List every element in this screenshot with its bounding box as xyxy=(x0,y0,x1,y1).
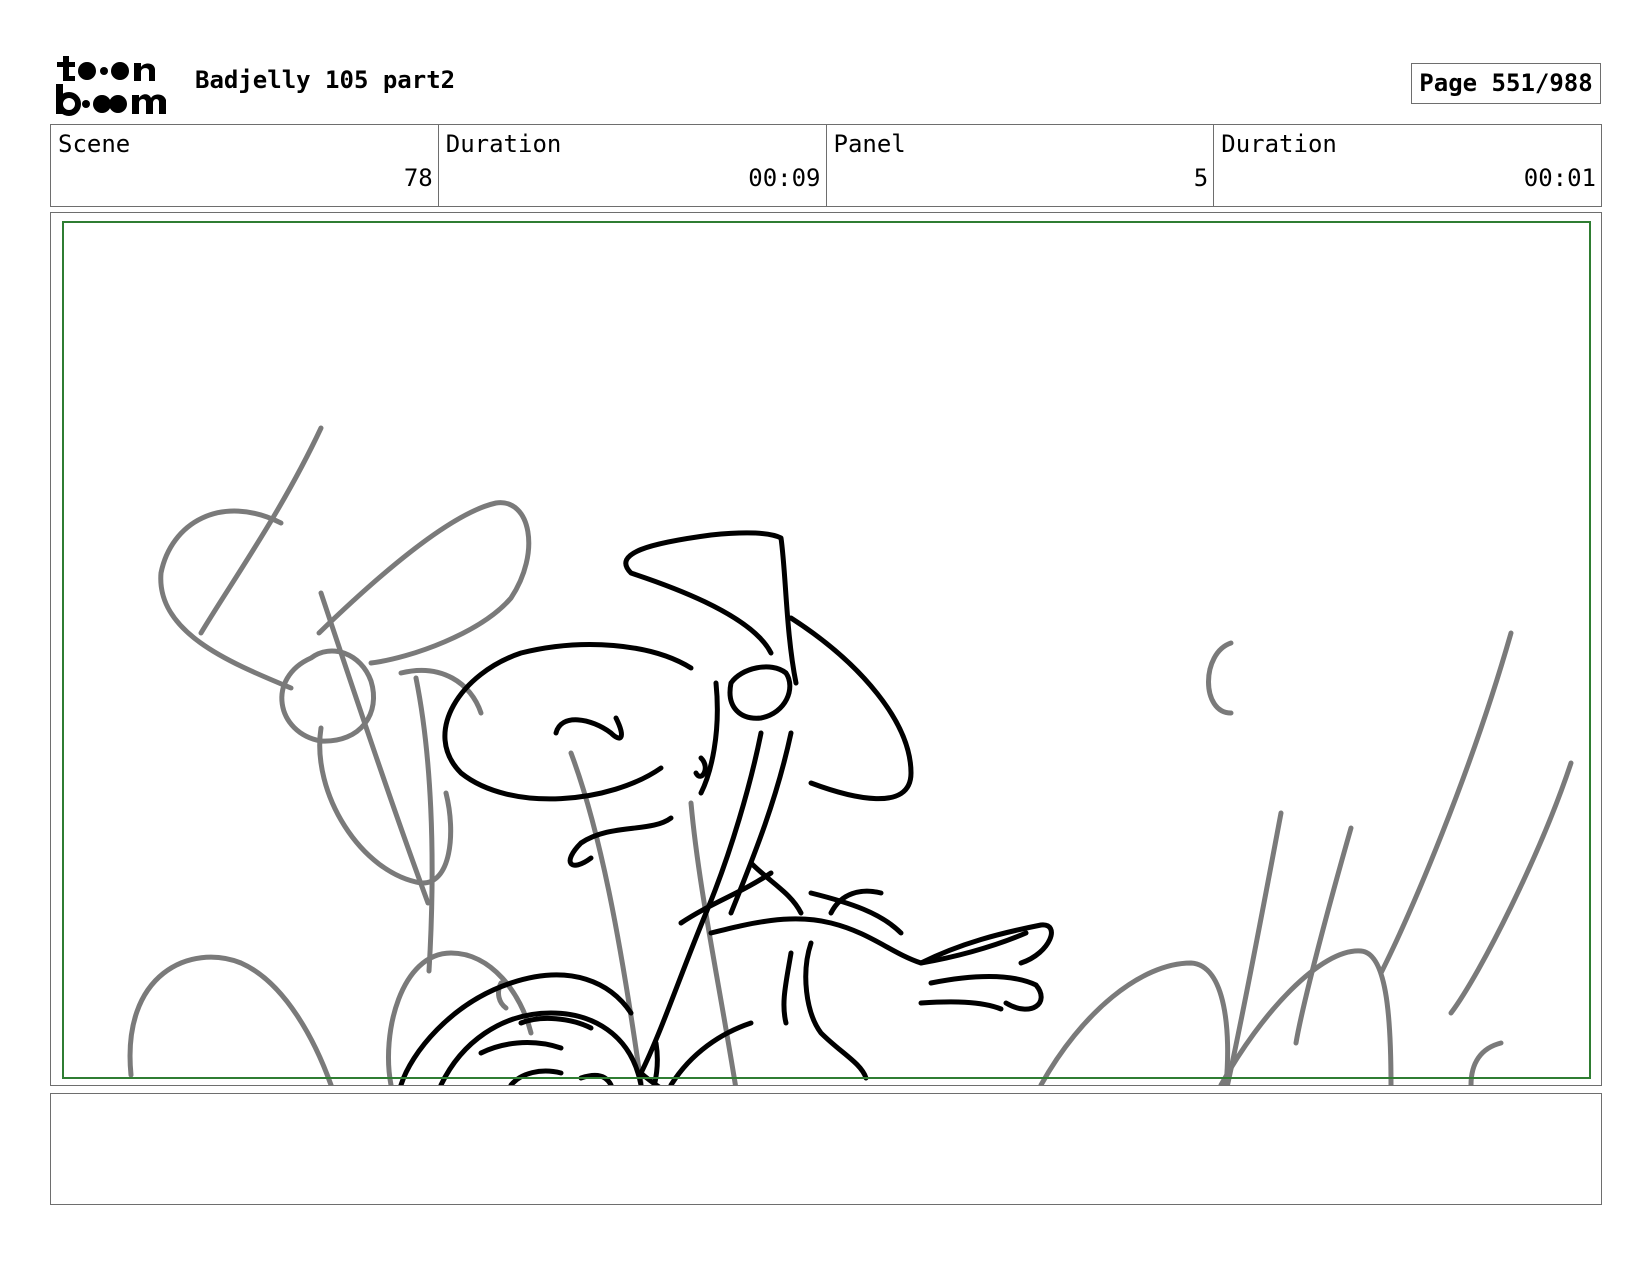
panel-duration-cell: Duration 00:01 xyxy=(1214,125,1601,206)
scene-label: Scene xyxy=(58,130,131,158)
scene-duration-cell: Duration 00:09 xyxy=(439,125,827,206)
action-notes-box xyxy=(50,1093,1602,1205)
panel-label: Panel xyxy=(833,130,906,158)
safe-area-frame xyxy=(62,221,1591,1079)
toon-boom-logo xyxy=(56,56,166,116)
scene-number: 78 xyxy=(403,164,433,192)
document-title: Badjelly 105 part2 xyxy=(195,66,456,94)
scene-info-row: Scene 78 Duration 00:09 Panel 5 Duration… xyxy=(50,124,1602,207)
scene-duration-value: 00:09 xyxy=(748,164,821,192)
page-indicator: Page 551/988 xyxy=(1411,63,1601,104)
panel-duration-label: Duration xyxy=(1221,130,1337,158)
panel-number: 5 xyxy=(1193,164,1209,192)
scene-cell: Scene 78 xyxy=(51,125,439,206)
scene-duration-label: Duration xyxy=(445,130,562,158)
panel-cell: Panel 5 xyxy=(827,125,1215,206)
storyboard-panel xyxy=(50,212,1602,1086)
panel-duration-value: 00:01 xyxy=(1523,164,1596,192)
